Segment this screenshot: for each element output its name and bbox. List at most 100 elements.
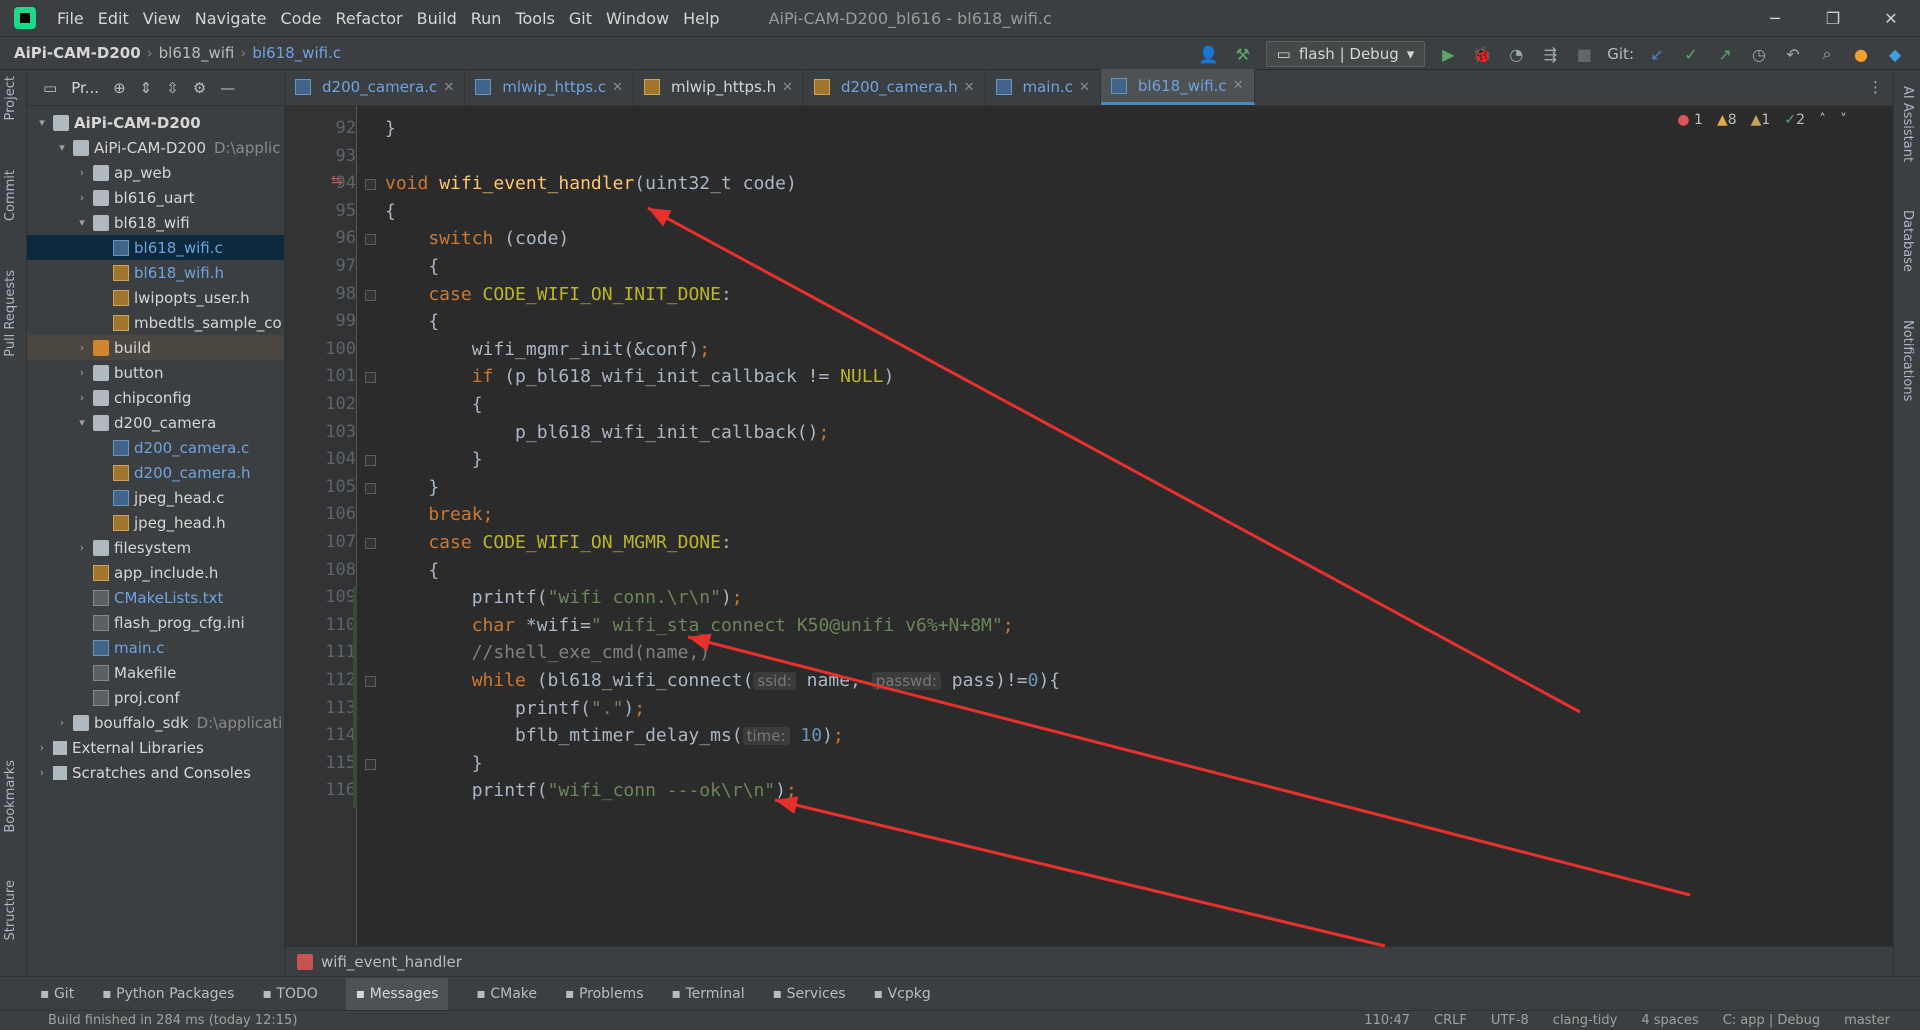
ai-icon[interactable]: ◆ [1884, 43, 1906, 65]
editor-tab[interactable]: bl618_wifi.c ✕ [1100, 69, 1255, 105]
expand-arrow-icon[interactable]: ▾ [75, 416, 89, 429]
history-icon[interactable]: ◷ [1748, 43, 1770, 65]
tree-item[interactable]: Makefile [27, 660, 284, 685]
editor-tab[interactable]: d200_camera.c ✕ [285, 69, 466, 105]
tool-window-messages[interactable]: ▪ Messages [345, 977, 449, 1010]
close-tab-icon[interactable]: ✕ [612, 80, 623, 95]
tree-item[interactable]: › bouffalo_sdk D:\applicati [27, 710, 284, 735]
chevron-up-icon[interactable]: ˄ [1819, 112, 1826, 128]
breadcrumb-file[interactable]: bl618_wifi.c [252, 44, 341, 62]
inspection-widget[interactable]: ● 1 ▲8 ▲1 ✓2 ˄ ˅ [1677, 112, 1847, 128]
run-configuration-select[interactable]: ▭ flash | Debug ▾ [1265, 41, 1426, 67]
menu-item-window[interactable]: Window [599, 9, 676, 28]
tree-item[interactable]: CMakeLists.txt [27, 585, 284, 610]
menu-item-file[interactable]: File [50, 9, 91, 28]
clion-logo-icon[interactable] [14, 7, 36, 29]
close-tab-icon[interactable]: ✕ [1233, 78, 1244, 93]
tree-item[interactable]: › build [27, 335, 284, 360]
editor-tab[interactable]: main.c ✕ [986, 69, 1101, 105]
git-commit-icon[interactable]: ✓ [1680, 43, 1702, 65]
fold-marker-icon[interactable] [365, 538, 376, 549]
status-widget[interactable]: 110:47 [1364, 1013, 1410, 1028]
expand-arrow-icon[interactable]: ▾ [75, 216, 89, 229]
fold-marker-icon[interactable] [365, 234, 376, 246]
status-widget[interactable]: C: app | Debug [1723, 1013, 1820, 1028]
project-tool-tab[interactable]: Project [3, 76, 18, 120]
status-widget[interactable]: UTF-8 [1491, 1013, 1529, 1028]
tool-window-vcpkg[interactable]: ▪ Vcpkg [874, 986, 931, 1002]
git-push-icon[interactable]: ↗ [1714, 43, 1736, 65]
attach-icon[interactable]: ⇶ [1539, 43, 1561, 65]
tree-item[interactable]: app_include.h [27, 560, 284, 585]
settings-gear-icon[interactable]: ⚙ [193, 79, 206, 97]
tree-item[interactable]: › chipconfig [27, 385, 284, 410]
code-view[interactable]: } void wifi_event_handler(uint32_t code) {… [385, 106, 1865, 946]
database-tool-tab[interactable]: Database [1900, 210, 1915, 272]
tree-item[interactable]: ▾ AiPi-CAM-D200 D:\applic [27, 135, 284, 160]
tree-item[interactable]: › Scratches and Consoles [27, 760, 284, 785]
tree-item[interactable]: ▾ AiPi-CAM-D200 [27, 110, 284, 135]
stop-icon[interactable]: ■ [1573, 43, 1595, 65]
tool-window-problems[interactable]: ▪ Problems [565, 986, 643, 1002]
tree-item[interactable]: › ap_web [27, 160, 284, 185]
menu-item-git[interactable]: Git [562, 9, 599, 28]
menu-item-build[interactable]: Build [410, 9, 464, 28]
collapse-arrow-icon[interactable]: › [75, 341, 89, 354]
tree-item[interactable]: d200_camera.h [27, 460, 284, 485]
menu-item-edit[interactable]: Edit [91, 9, 136, 28]
menu-item-refactor[interactable]: Refactor [328, 9, 409, 28]
tree-item[interactable]: › External Libraries [27, 735, 284, 760]
user-icon[interactable]: 👤 [1198, 43, 1220, 65]
tree-item[interactable]: flash_prog_cfg.ini [27, 610, 284, 635]
more-tabs-icon[interactable]: ⋮ [1868, 78, 1883, 96]
tree-item[interactable]: › bl616_uart [27, 185, 284, 210]
tree-item[interactable]: jpeg_head.h [27, 510, 284, 535]
expand-arrow-icon[interactable]: ▾ [35, 116, 49, 129]
debug-icon[interactable]: 🐞 [1471, 43, 1493, 65]
fold-marker-icon[interactable] [365, 676, 376, 687]
tool-window-git[interactable]: ▪ Git [40, 986, 74, 1002]
close-tab-icon[interactable]: ✕ [443, 80, 454, 95]
minimize-icon[interactable]: ─ [1746, 0, 1804, 36]
collapse-arrow-icon[interactable]: › [75, 166, 89, 179]
menu-item-code[interactable]: Code [274, 9, 329, 28]
git-update-icon[interactable]: ↙ [1646, 43, 1668, 65]
collapse-arrow-icon[interactable]: › [35, 741, 49, 754]
chevron-down-icon[interactable]: ˅ [1840, 112, 1847, 128]
tree-item[interactable]: proj.conf [27, 685, 284, 710]
status-widget[interactable]: 4 spaces [1641, 1013, 1698, 1028]
close-tab-icon[interactable]: ✕ [964, 80, 975, 95]
collapse-all-icon[interactable]: ⇳ [166, 79, 179, 97]
project-panel-title[interactable]: Pr... [71, 79, 99, 97]
breadcrumb-folder[interactable]: bl618_wifi [159, 44, 235, 62]
collapse-arrow-icon[interactable]: › [75, 366, 89, 379]
tool-window-services[interactable]: ▪ Services [773, 986, 846, 1002]
expand-all-icon[interactable]: ⇕ [140, 79, 153, 97]
tree-item[interactable]: › filesystem [27, 535, 284, 560]
fold-marker-icon[interactable] [365, 482, 376, 494]
close-tab-icon[interactable]: ✕ [1079, 80, 1090, 95]
close-icon[interactable]: ✕ [1862, 0, 1920, 36]
menu-item-view[interactable]: View [136, 9, 188, 28]
collapse-arrow-icon[interactable]: › [55, 716, 69, 729]
status-message[interactable]: Build finished in 284 ms (today 12:15) [48, 1013, 297, 1028]
pull-requests-tool-tab[interactable]: Pull Requests [3, 270, 18, 357]
tree-item[interactable]: main.c [27, 635, 284, 660]
bookmarks-tool-tab[interactable]: Bookmarks [3, 760, 18, 833]
run-icon[interactable]: ▶ [1437, 43, 1459, 65]
rollback-icon[interactable]: ↶ [1782, 43, 1804, 65]
tree-item[interactable]: jpeg_head.c [27, 485, 284, 510]
coverage-icon[interactable]: ◔ [1505, 43, 1527, 65]
build-hammer-icon[interactable]: ⚒ [1232, 43, 1254, 65]
code-breadcrumb-function[interactable]: wifi_event_handler [321, 953, 462, 971]
search-icon[interactable]: ⌕ [1816, 43, 1838, 65]
fold-marker-icon[interactable] [365, 455, 376, 467]
structure-tool-tab[interactable]: Structure [3, 880, 18, 940]
tree-item[interactable]: lwipopts_user.h [27, 285, 284, 310]
tree-item[interactable]: › button [27, 360, 284, 385]
editor-tab[interactable]: mlwip_https.c ✕ [465, 69, 634, 105]
override-nav-icon[interactable]: ⇆ [331, 173, 343, 189]
collapse-arrow-icon[interactable]: › [35, 766, 49, 779]
restore-icon[interactable]: ❐ [1804, 0, 1862, 36]
status-widget[interactable]: master [1844, 1013, 1890, 1028]
